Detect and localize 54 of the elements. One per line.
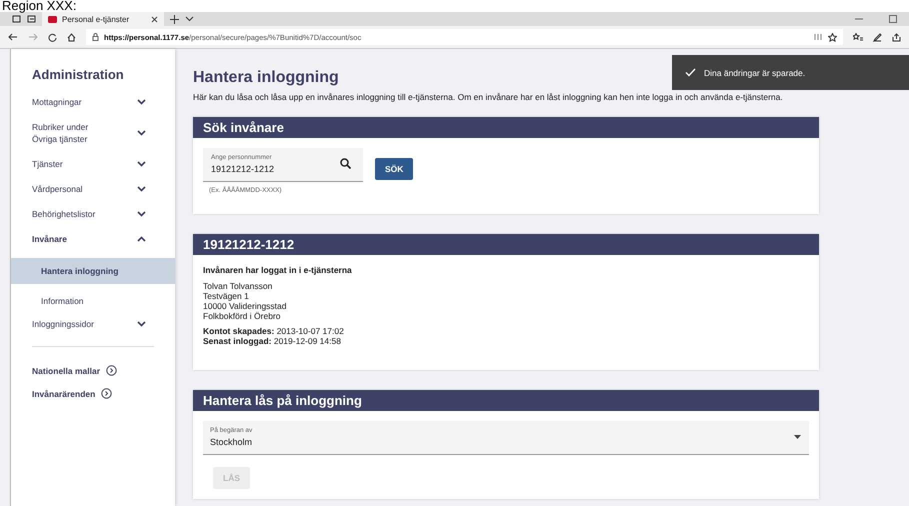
sidebar-item[interactable]: Vårdpersonal (11, 183, 175, 195)
chevron-icon (137, 99, 146, 105)
search-icon[interactable] (340, 158, 351, 169)
chevron-icon (137, 186, 146, 192)
lock-icon (92, 33, 99, 41)
star-icon[interactable] (828, 32, 837, 42)
sidebar-item[interactable]: Rubriker under Övriga tjänster (11, 121, 175, 145)
chevron-icon (137, 130, 146, 136)
maximize-icon[interactable] (889, 15, 897, 23)
share-icon[interactable] (892, 32, 901, 42)
section-header: 19121212-1212 (193, 234, 819, 255)
login-status: Invånaren har loggat in i e-tjänsterna (203, 265, 353, 275)
sidebar-link[interactable]: Nationella mallar (32, 365, 175, 376)
dropdown-caret-icon (794, 435, 801, 439)
toast-notification: Dina ändringar är sparade. (672, 55, 909, 90)
sidebar-subitem[interactable]: Hantera inloggning (11, 258, 175, 284)
sidebar-title: Administration (32, 67, 125, 82)
reading-view-icon[interactable] (814, 33, 823, 41)
address-line: Tolvan Tolvansson (203, 281, 274, 291)
search-button[interactable]: SÖK (375, 158, 414, 180)
sidebar-item[interactable]: Invånare (11, 233, 175, 245)
chevron-icon (137, 211, 146, 217)
section-header: Hantera lås på inloggning (193, 390, 819, 411)
sidebar-item[interactable]: Tjänster (11, 158, 175, 170)
address-line: Testvägen 1 (203, 291, 250, 301)
refresh-icon[interactable] (48, 32, 57, 42)
section-header: Sök invånare (193, 117, 819, 138)
tabs-icon[interactable] (12, 15, 21, 23)
sidebar-item[interactable]: Behörighetslistor (11, 208, 175, 220)
chevron-down-icon[interactable] (185, 16, 194, 22)
checkmark-icon (685, 68, 696, 77)
page-title: Hantera inloggning (193, 69, 339, 87)
close-icon[interactable] (151, 16, 158, 22)
sidebar-item[interactable]: Inloggningssidor (11, 318, 175, 330)
chevron-icon (137, 161, 146, 167)
intro-text: Här kan du låsa och låsa upp en invånares inloggning till e-tjänsterna. Om en invånare har en låst inloggning kan hen inte logga in och använda e-tjänsterna. (193, 92, 783, 102)
favorites-icon[interactable] (853, 32, 863, 42)
back-icon[interactable] (8, 33, 18, 41)
sidebar-item[interactable]: Mottagningar (11, 96, 175, 108)
address-line: 10000 Valideringsstad (203, 301, 288, 311)
new-tab-icon[interactable] (170, 14, 179, 24)
sidebar-subitem[interactable]: Information (11, 288, 175, 314)
chevron-icon (137, 236, 146, 242)
account-fact: Senast inloggad: 2019-12-09 14:58 (203, 336, 342, 346)
tabs-aside-icon[interactable] (27, 15, 36, 23)
account-fact: Kontot skapades: 2013-10-07 17:02 (203, 326, 345, 336)
site-icon (48, 16, 57, 22)
browser-tab[interactable]: Personal e-tjänster (42, 12, 164, 26)
caption-text: Region XXX: (2, 0, 76, 13)
sidebar-link[interactable]: Invånarärenden (32, 388, 175, 399)
home-icon[interactable] (67, 32, 76, 42)
address-line: Folkbokförd i Örebro (203, 311, 282, 321)
chevron-icon (137, 321, 146, 327)
pen-icon[interactable] (873, 32, 882, 42)
